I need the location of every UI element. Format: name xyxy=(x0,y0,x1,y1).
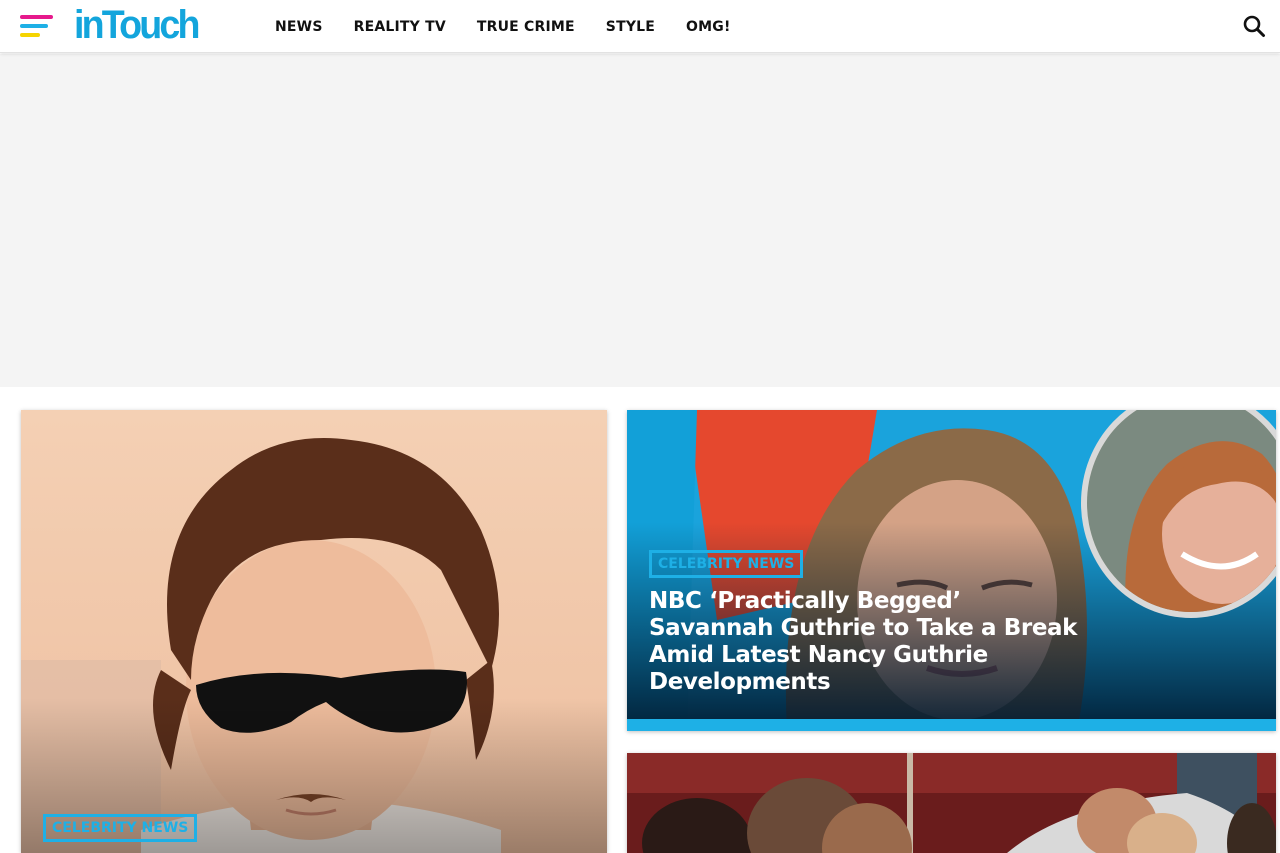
feature-article-card[interactable]: CELEBRITY NEWS xyxy=(21,410,607,853)
article-card[interactable] xyxy=(627,753,1276,853)
category-tag[interactable]: CELEBRITY NEWS xyxy=(649,550,804,578)
article-card[interactable]: CELEBRITY NEWS NBC ‘Practically Begged’ … xyxy=(627,410,1276,731)
nav-item-omg[interactable]: OMG! xyxy=(686,19,731,35)
nav-item-true-crime[interactable]: TRUE CRIME xyxy=(477,19,575,35)
nav-item-news[interactable]: NEWS xyxy=(275,19,323,35)
accent-bar xyxy=(627,719,1276,731)
ad-placeholder xyxy=(0,54,1280,387)
hamburger-menu-icon[interactable] xyxy=(20,15,54,39)
nav-item-style[interactable]: STYLE xyxy=(606,19,655,35)
site-logo[interactable]: inTouch xyxy=(74,4,200,46)
site-header: inTouch NEWS REALITY TV TRUE CRIME STYLE… xyxy=(0,0,1280,53)
category-tag[interactable]: CELEBRITY NEWS xyxy=(43,814,198,842)
article-headline[interactable]: NBC ‘Practically Begged’ Savannah Guthri… xyxy=(649,588,1079,696)
main-nav: NEWS REALITY TV TRUE CRIME STYLE OMG! xyxy=(275,0,762,53)
article-photo xyxy=(627,753,1276,853)
nav-item-reality-tv[interactable]: REALITY TV xyxy=(354,19,446,35)
article-photo xyxy=(21,410,607,853)
search-icon[interactable] xyxy=(1242,14,1266,38)
